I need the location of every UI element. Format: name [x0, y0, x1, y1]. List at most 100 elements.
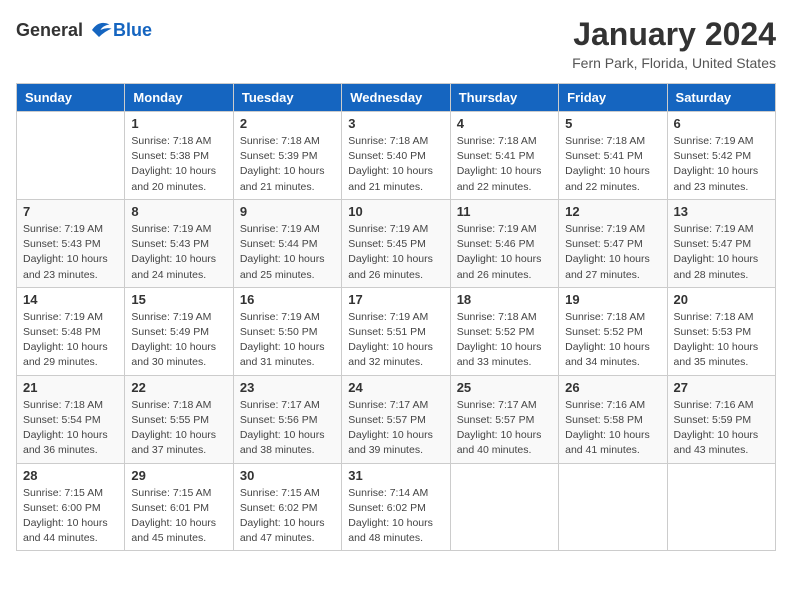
calendar-cell: 28Sunrise: 7:15 AMSunset: 6:00 PMDayligh…	[17, 463, 125, 551]
location: Fern Park, Florida, United States	[572, 55, 776, 71]
calendar-cell: 23 Sunrise: 7:17 AMSunset: 5:56 PMDayligh…	[233, 375, 341, 463]
calendar-cell: 27 Sunrise: 7:16 AMSunset: 5:59 PMDayligh…	[667, 375, 775, 463]
day-info: Sunrise: 7:19 AMSunset: 5:50 PMDaylight:…	[240, 310, 335, 371]
calendar-cell	[450, 463, 558, 551]
calendar-cell: 29Sunrise: 7:15 AMSunset: 6:01 PMDayligh…	[125, 463, 233, 551]
day-info: Sunrise: 7:17 AMSunset: 5:57 PMDaylight:…	[348, 398, 443, 459]
day-number: 11	[457, 204, 552, 219]
day-number: 22	[131, 380, 226, 395]
day-info: Sunrise: 7:18 AMSunset: 5:54 PMDaylight:…	[23, 398, 118, 459]
day-number: 3	[348, 116, 443, 131]
day-info: Sunrise: 7:18 AMSunset: 5:41 PMDaylight:…	[565, 134, 660, 195]
day-number: 20	[674, 292, 769, 307]
calendar-cell: 17 Sunrise: 7:19 AMSunset: 5:51 PMDayligh…	[342, 287, 450, 375]
day-info: Sunrise: 7:18 AMSunset: 5:39 PMDaylight:…	[240, 134, 335, 195]
day-number: 23	[240, 380, 335, 395]
day-info: Sunrise: 7:14 AMSunset: 6:02 PMDaylight:…	[348, 486, 443, 547]
column-header-sunday: Sunday	[17, 84, 125, 112]
calendar-cell: 3 Sunrise: 7:18 AMSunset: 5:40 PMDaylight…	[342, 112, 450, 200]
calendar-cell	[17, 112, 125, 200]
day-info: Sunrise: 7:18 AMSunset: 5:52 PMDaylight:…	[565, 310, 660, 371]
calendar-cell: 19 Sunrise: 7:18 AMSunset: 5:52 PMDayligh…	[559, 287, 667, 375]
calendar-week-row: 14Sunrise: 7:19 AMSunset: 5:48 PMDayligh…	[17, 287, 776, 375]
calendar-cell: 25 Sunrise: 7:17 AMSunset: 5:57 PMDayligh…	[450, 375, 558, 463]
calendar-cell: 6Sunrise: 7:19 AMSunset: 5:42 PMDaylight…	[667, 112, 775, 200]
day-number: 19	[565, 292, 660, 307]
day-number: 25	[457, 380, 552, 395]
column-header-saturday: Saturday	[667, 84, 775, 112]
calendar-week-row: 7 Sunrise: 7:19 AMSunset: 5:43 PMDaylight…	[17, 199, 776, 287]
day-number: 27	[674, 380, 769, 395]
calendar-cell: 26 Sunrise: 7:16 AMSunset: 5:58 PMDayligh…	[559, 375, 667, 463]
day-number: 9	[240, 204, 335, 219]
day-info: Sunrise: 7:17 AMSunset: 5:57 PMDaylight:…	[457, 398, 552, 459]
day-number: 15	[131, 292, 226, 307]
calendar-cell: 13 Sunrise: 7:19 AMSunset: 5:47 PMDayligh…	[667, 199, 775, 287]
calendar-header-row: SundayMondayTuesdayWednesdayThursdayFrid…	[17, 84, 776, 112]
calendar-cell: 30Sunrise: 7:15 AMSunset: 6:02 PMDayligh…	[233, 463, 341, 551]
column-header-wednesday: Wednesday	[342, 84, 450, 112]
day-number: 6	[674, 116, 769, 131]
calendar-week-row: 21 Sunrise: 7:18 AMSunset: 5:54 PMDayligh…	[17, 375, 776, 463]
column-header-tuesday: Tuesday	[233, 84, 341, 112]
month-title: January 2024	[572, 16, 776, 53]
day-info: Sunrise: 7:18 AMSunset: 5:38 PMDaylight:…	[131, 134, 226, 195]
day-info: Sunrise: 7:19 AMSunset: 5:47 PMDaylight:…	[674, 222, 769, 283]
day-info: Sunrise: 7:15 AMSunset: 6:02 PMDaylight:…	[240, 486, 335, 547]
day-info: Sunrise: 7:19 AMSunset: 5:51 PMDaylight:…	[348, 310, 443, 371]
calendar-cell: 11Sunrise: 7:19 AMSunset: 5:46 PMDayligh…	[450, 199, 558, 287]
day-number: 21	[23, 380, 118, 395]
day-number: 18	[457, 292, 552, 307]
calendar-cell: 9Sunrise: 7:19 AMSunset: 5:44 PMDaylight…	[233, 199, 341, 287]
logo: General Blue	[16, 16, 152, 44]
calendar-cell: 31 Sunrise: 7:14 AMSunset: 6:02 PMDayligh…	[342, 463, 450, 551]
calendar-week-row: 1 Sunrise: 7:18 AMSunset: 5:38 PMDaylight…	[17, 112, 776, 200]
calendar-cell: 15Sunrise: 7:19 AMSunset: 5:49 PMDayligh…	[125, 287, 233, 375]
day-info: Sunrise: 7:18 AMSunset: 5:55 PMDaylight:…	[131, 398, 226, 459]
calendar-cell	[667, 463, 775, 551]
day-info: Sunrise: 7:19 AMSunset: 5:43 PMDaylight:…	[23, 222, 118, 283]
day-info: Sunrise: 7:18 AMSunset: 5:40 PMDaylight:…	[348, 134, 443, 195]
day-info: Sunrise: 7:18 AMSunset: 5:53 PMDaylight:…	[674, 310, 769, 371]
day-info: Sunrise: 7:17 AMSunset: 5:56 PMDaylight:…	[240, 398, 335, 459]
column-header-thursday: Thursday	[450, 84, 558, 112]
day-number: 17	[348, 292, 443, 307]
day-number: 24	[348, 380, 443, 395]
calendar-cell: 2 Sunrise: 7:18 AMSunset: 5:39 PMDaylight…	[233, 112, 341, 200]
calendar-cell: 18 Sunrise: 7:18 AMSunset: 5:52 PMDayligh…	[450, 287, 558, 375]
day-number: 8	[131, 204, 226, 219]
day-number: 5	[565, 116, 660, 131]
day-info: Sunrise: 7:18 AMSunset: 5:52 PMDaylight:…	[457, 310, 552, 371]
day-info: Sunrise: 7:16 AMSunset: 5:59 PMDaylight:…	[674, 398, 769, 459]
page-header: General Blue January 2024 Fern Park, Flo…	[16, 16, 776, 71]
day-number: 12	[565, 204, 660, 219]
calendar-table: SundayMondayTuesdayWednesdayThursdayFrid…	[16, 83, 776, 551]
day-number: 4	[457, 116, 552, 131]
column-header-monday: Monday	[125, 84, 233, 112]
calendar-cell: 4 Sunrise: 7:18 AMSunset: 5:41 PMDaylight…	[450, 112, 558, 200]
logo-blue: Blue	[113, 20, 152, 41]
calendar-cell: 20 Sunrise: 7:18 AMSunset: 5:53 PMDayligh…	[667, 287, 775, 375]
day-number: 13	[674, 204, 769, 219]
calendar-cell: 5 Sunrise: 7:18 AMSunset: 5:41 PMDaylight…	[559, 112, 667, 200]
day-number: 31	[348, 468, 443, 483]
day-number: 28	[23, 468, 118, 483]
day-info: Sunrise: 7:19 AMSunset: 5:48 PMDaylight:…	[23, 310, 118, 371]
calendar-cell: 16Sunrise: 7:19 AMSunset: 5:50 PMDayligh…	[233, 287, 341, 375]
calendar-cell: 7 Sunrise: 7:19 AMSunset: 5:43 PMDaylight…	[17, 199, 125, 287]
day-number: 7	[23, 204, 118, 219]
day-number: 26	[565, 380, 660, 395]
calendar-cell	[559, 463, 667, 551]
calendar-week-row: 28Sunrise: 7:15 AMSunset: 6:00 PMDayligh…	[17, 463, 776, 551]
calendar-cell: 1 Sunrise: 7:18 AMSunset: 5:38 PMDaylight…	[125, 112, 233, 200]
logo-general: General	[16, 20, 83, 41]
day-info: Sunrise: 7:16 AMSunset: 5:58 PMDaylight:…	[565, 398, 660, 459]
day-info: Sunrise: 7:19 AMSunset: 5:47 PMDaylight:…	[565, 222, 660, 283]
day-info: Sunrise: 7:18 AMSunset: 5:41 PMDaylight:…	[457, 134, 552, 195]
calendar-cell: 10Sunrise: 7:19 AMSunset: 5:45 PMDayligh…	[342, 199, 450, 287]
day-number: 2	[240, 116, 335, 131]
day-number: 1	[131, 116, 226, 131]
day-info: Sunrise: 7:19 AMSunset: 5:43 PMDaylight:…	[131, 222, 226, 283]
calendar-cell: 21 Sunrise: 7:18 AMSunset: 5:54 PMDayligh…	[17, 375, 125, 463]
day-number: 29	[131, 468, 226, 483]
